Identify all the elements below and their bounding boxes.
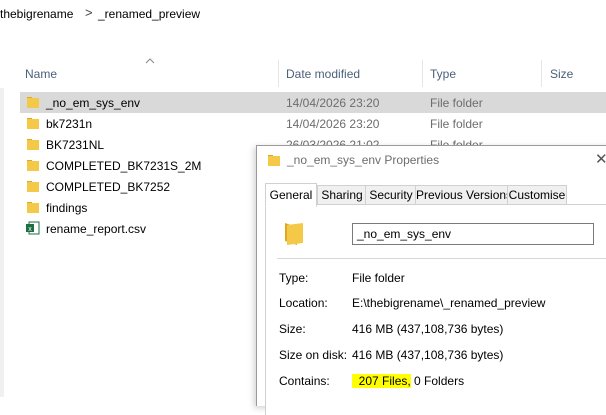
contains-files-highlight: 207 Files, — [352, 374, 411, 388]
divider — [277, 258, 606, 259]
tab-strip: General Sharing Security Previous Versio… — [265, 183, 606, 207]
folder-name-input[interactable]: _no_em_sys_env — [352, 223, 594, 245]
tab-security[interactable]: Security — [365, 185, 417, 206]
file-name: COMPLETED_BK7252 — [46, 180, 171, 194]
file-name: _no_em_sys_env — [46, 96, 141, 110]
location-value: E:\thebigrename\_renamed_preview — [352, 296, 546, 310]
type-label: Type: — [279, 271, 309, 285]
folder-icon — [27, 181, 39, 192]
contains-folders: 0 Folders — [414, 374, 465, 388]
breadcrumb: thebigrename > _renamed_preview — [0, 0, 606, 28]
tab-customise[interactable]: Customise — [507, 185, 567, 206]
tab-previous-versions[interactable]: Previous Versions — [415, 185, 512, 206]
file-row[interactable]: _no_em_sys_env 14/04/2026 23:20 File folde… — [20, 92, 606, 113]
contains-files: 207 Files, — [358, 374, 411, 388]
folder-icon — [27, 118, 39, 129]
file-date: 14/04/2026 23:20 — [286, 96, 380, 110]
dialog-title: _no_em_sys_env Properties — [287, 153, 440, 167]
contains-value: 207 Files, 0 Folders — [352, 374, 464, 388]
size-on-disk-label: Size on disk: — [279, 348, 348, 362]
svg-text:x: x — [28, 226, 32, 233]
sort-up-icon — [145, 58, 155, 64]
file-type: File folder — [430, 117, 483, 131]
column-divider[interactable] — [541, 60, 542, 87]
column-header: Name Date modified Type Size — [0, 58, 606, 87]
properties-dialog: _no_em_sys_env Properties ✕ General Shar… — [256, 145, 606, 415]
folder-large-icon — [285, 223, 303, 245]
breadcrumb-item-thebigrename[interactable]: thebigrename — [0, 7, 73, 21]
folder-icon — [27, 160, 39, 171]
tab-sharing[interactable]: Sharing — [317, 185, 367, 206]
dialog-titlebar[interactable]: _no_em_sys_env Properties ✕ — [257, 146, 606, 174]
folder-icon — [27, 202, 39, 213]
column-size[interactable]: Size — [550, 67, 573, 81]
file-name: rename_report.csv — [46, 222, 147, 236]
column-date-modified[interactable]: Date modified — [286, 67, 360, 81]
column-divider[interactable] — [278, 60, 279, 87]
folder-icon — [268, 155, 280, 166]
file-name: BK7231NL — [46, 138, 105, 152]
contains-label: Contains: — [279, 374, 330, 388]
column-type[interactable]: Type — [430, 67, 456, 81]
left-pane-edge — [0, 88, 4, 397]
close-icon[interactable]: ✕ — [595, 150, 606, 168]
file-row[interactable]: bk7231n 14/04/2026 23:20 File folder — [20, 113, 606, 134]
size-value: 416 MB (437,108,736 bytes) — [352, 322, 504, 336]
column-name[interactable]: Name — [25, 67, 57, 81]
file-date: 14/04/2026 23:20 — [286, 117, 380, 131]
breadcrumb-chevron-icon: > — [85, 5, 93, 20]
column-divider[interactable] — [422, 60, 423, 87]
tab-general[interactable]: General — [265, 183, 317, 207]
file-type: File folder — [430, 96, 483, 110]
file-name: COMPLETED_BK7231S_2M — [46, 159, 202, 173]
file-name: bk7231n — [46, 117, 93, 131]
folder-icon — [27, 97, 39, 108]
type-value: File folder — [352, 271, 405, 285]
breadcrumb-item-renamed-preview[interactable]: _renamed_preview — [98, 7, 200, 21]
location-label: Location: — [279, 296, 328, 310]
excel-csv-icon: x — [26, 221, 40, 235]
size-on-disk-value: 416 MB (437,108,736 bytes) — [352, 348, 504, 362]
size-label: Size: — [279, 322, 306, 336]
file-name: findings — [46, 201, 88, 215]
folder-icon — [27, 139, 39, 150]
